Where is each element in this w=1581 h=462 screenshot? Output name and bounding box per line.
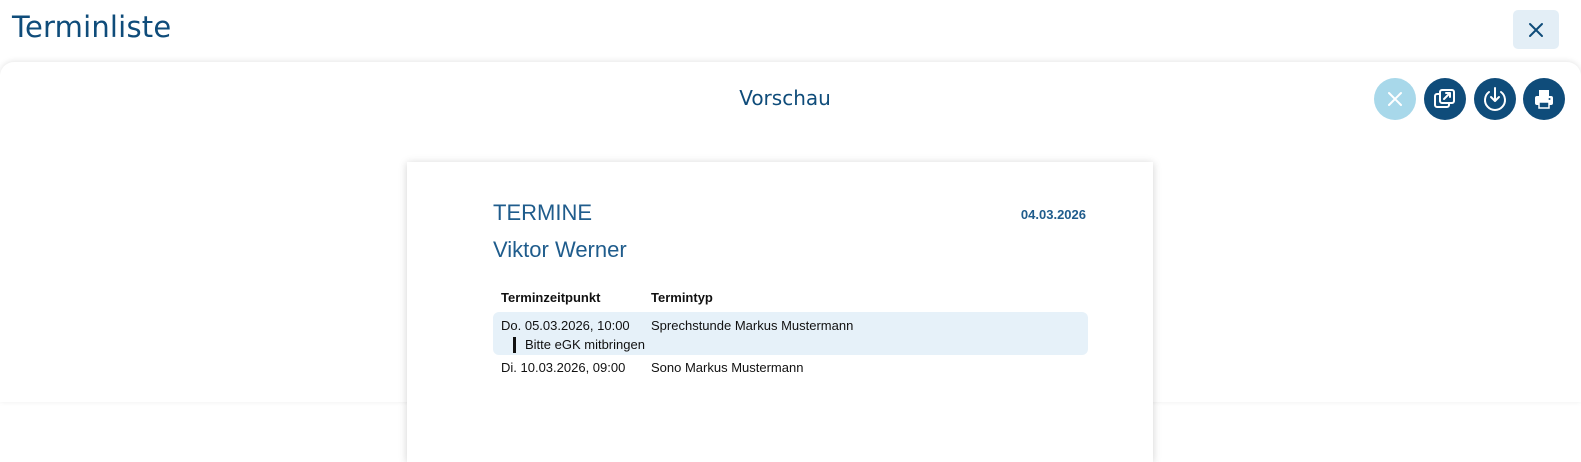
column-header-type: Termintyp bbox=[651, 290, 713, 305]
appointment-time: Do. 05.03.2026, 10:00 bbox=[501, 318, 630, 333]
document-date: 04.03.2026 bbox=[1020, 207, 1086, 222]
table-row: Di. 10.03.2026, 09:00 Sono Markus Muster… bbox=[493, 355, 1088, 381]
open-external-button[interactable] bbox=[1424, 78, 1466, 120]
column-header-time: Terminzeitpunkt bbox=[501, 290, 601, 305]
download-icon bbox=[1484, 87, 1506, 111]
page-title: Terminliste bbox=[12, 10, 172, 44]
appointment-time: Di. 10.03.2026, 09:00 bbox=[501, 360, 626, 375]
appointment-type: Sprechstunde Markus Mustermann bbox=[651, 318, 854, 333]
close-icon bbox=[1529, 22, 1543, 37]
preview-panel: Vorschau TERMINE 04.03.2026 Viktor Werne… bbox=[0, 62, 1581, 462]
appointment-note: Bitte eGK mitbringen bbox=[525, 337, 645, 352]
patient-name: Viktor Werner bbox=[493, 237, 627, 262]
note-marker bbox=[513, 337, 516, 353]
external-link-icon bbox=[1434, 89, 1455, 108]
print-icon bbox=[1535, 90, 1553, 109]
header: Terminliste bbox=[0, 0, 1581, 62]
table-row: Do. 05.03.2026, 10:00 Sprechstunde Marku… bbox=[493, 312, 1088, 355]
cancel-preview-button[interactable] bbox=[1374, 78, 1416, 120]
print-button[interactable] bbox=[1523, 78, 1565, 120]
document-heading: TERMINE bbox=[493, 200, 592, 225]
download-button[interactable] bbox=[1474, 78, 1516, 120]
document-preview: TERMINE 04.03.2026 Viktor Werner Terminz… bbox=[407, 162, 1153, 462]
close-button[interactable] bbox=[1513, 10, 1559, 49]
close-icon bbox=[1388, 92, 1402, 106]
appointment-type: Sono Markus Mustermann bbox=[651, 360, 804, 375]
preview-title: Vorschau bbox=[739, 86, 831, 110]
